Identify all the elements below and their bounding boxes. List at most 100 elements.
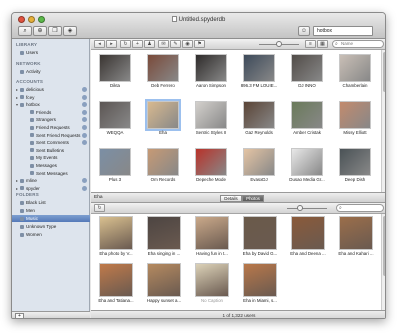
tag-button[interactable]: ◈ <box>63 26 77 36</box>
photo-thumbnail[interactable] <box>291 216 325 250</box>
sync-icon[interactable] <box>82 102 87 108</box>
photo-size-slider[interactable] <box>287 208 327 209</box>
user-avatar[interactable] <box>195 54 227 82</box>
photo-tile[interactable]: Eha and Tatiana... <box>93 263 139 307</box>
sidebar-item-fcey[interactable]: ▸ fcey <box>12 94 90 101</box>
tab-photos[interactable]: Photos <box>242 195 264 202</box>
tab-details[interactable]: Details <box>220 195 242 202</box>
sidebar-item-friend-requests[interactable]: Friend Requests <box>12 124 90 131</box>
photo-tile[interactable]: Happy sunset a... <box>141 263 187 307</box>
sidebar-item-activity[interactable]: Activity <box>12 68 90 75</box>
photo-tile[interactable]: Eha photo by V... <box>93 216 139 260</box>
photo-tile[interactable]: Eha in Miami, s... <box>237 263 283 307</box>
user-tile[interactable]: Om Records <box>141 148 185 184</box>
user-tile[interactable]: Sentric Styles II <box>189 101 233 137</box>
sidebar-item-users[interactable]: Users <box>12 49 90 56</box>
sync-icon[interactable] <box>82 185 87 191</box>
add-user-button[interactable]: ⊕ <box>33 26 47 36</box>
user-tile[interactable]: Amber Cristak <box>285 101 329 137</box>
user-avatar[interactable] <box>291 54 323 82</box>
sidebar-item-sent-comments[interactable]: Sent Comments <box>12 139 90 146</box>
photo-thumbnail[interactable] <box>99 216 133 250</box>
user-tile[interactable]: Depeche Mode <box>189 148 233 184</box>
sidebar-item-delicious[interactable]: ▸ delicious <box>12 86 90 93</box>
sync-icon[interactable] <box>82 94 87 100</box>
user-avatar[interactable] <box>291 148 323 176</box>
photo-grid-scrollbar[interactable] <box>381 214 385 310</box>
photos-refresh-button[interactable]: ↻ <box>94 204 105 212</box>
photo-tile[interactable]: Eha singing in ... <box>141 216 187 260</box>
user-tile[interactable]: Gaz Reynolds <box>237 101 281 137</box>
photo-thumbnail[interactable] <box>339 216 373 250</box>
list-view-button[interactable]: ≡ <box>305 40 316 48</box>
user-tile[interactable]: Deb Ferrero <box>141 54 185 90</box>
photo-thumbnail[interactable] <box>195 263 229 297</box>
user-tile[interactable]: EvasxDJ <box>237 148 281 184</box>
sidebar-item-sent-bulletins[interactable]: Sent Bulletins <box>12 147 90 154</box>
user-avatar[interactable] <box>339 148 371 176</box>
forward-button[interactable]: ▸ <box>106 40 117 48</box>
user-avatar[interactable] <box>147 148 179 176</box>
sidebar-item-music[interactable]: Music <box>12 215 90 222</box>
user-avatar[interactable] <box>243 101 275 129</box>
flag-button[interactable]: ⚑ <box>194 40 205 48</box>
grid-view-button[interactable]: ▦ <box>317 40 328 48</box>
sync-icon[interactable] <box>82 125 87 130</box>
account-field[interactable]: hotbox <box>313 26 373 36</box>
photo-tile[interactable]: No Caption <box>189 263 235 307</box>
user-tile[interactable]: DJ INNO <box>285 54 329 90</box>
sync-icon[interactable] <box>82 117 87 123</box>
refresh-button[interactable]: ↻ <box>120 40 131 48</box>
users-search-field[interactable]: ⌕ Name <box>332 40 384 48</box>
photo-thumbnail[interactable] <box>147 263 181 297</box>
back-button[interactable]: ◂ <box>94 40 105 48</box>
sync-icon[interactable] <box>82 109 87 115</box>
user-avatar[interactable] <box>243 148 275 176</box>
user-tile[interactable]: Eha <box>141 99 185 137</box>
add-folder-button[interactable]: + <box>15 313 24 318</box>
sidebar-item-mline[interactable]: ▸ mline <box>12 177 90 184</box>
user-grid-scroll-knob[interactable] <box>383 52 385 92</box>
user-grid-scrollbar[interactable] <box>381 50 385 192</box>
comment-button[interactable]: ✎ <box>170 40 181 48</box>
photo-tile[interactable]: Eha and Deena ... <box>285 216 331 260</box>
photo-thumbnail[interactable] <box>243 263 277 297</box>
user-tile[interactable]: Plus 3 <box>93 148 137 184</box>
sidebar-item-unknown-type[interactable]: Unknown Type <box>12 223 90 230</box>
photo-grid-scroll-knob[interactable] <box>383 216 385 276</box>
sidebar-item-sent-friend-requests[interactable]: Sent Friend Requests <box>12 132 90 139</box>
user-avatar[interactable] <box>145 99 181 131</box>
photo-thumbnail[interactable] <box>147 216 181 250</box>
user-tile[interactable]: Deep Dish <box>333 148 377 184</box>
photo-tile[interactable]: Eha by David G... <box>237 216 283 260</box>
photo-thumbnail[interactable] <box>99 263 133 297</box>
photo-size-slider-knob[interactable] <box>297 205 303 211</box>
photo-thumbnail[interactable] <box>243 216 277 250</box>
user-tile[interactable]: Aaron Simpson <box>189 54 233 90</box>
user-tile[interactable]: WEQQA <box>93 101 137 137</box>
sync-icon[interactable] <box>82 87 87 92</box>
sidebar-item-hotbox[interactable]: ▾ hotbox <box>12 101 90 108</box>
user-avatar[interactable] <box>99 101 131 129</box>
user-avatar[interactable] <box>195 101 227 129</box>
sidebar-item-friends[interactable]: Friends <box>12 109 90 116</box>
group-button[interactable]: ♟ <box>144 40 155 48</box>
camera-button[interactable]: ◉ <box>182 40 193 48</box>
sync-icon[interactable] <box>82 140 87 146</box>
search-button[interactable]: ⌕ <box>18 26 32 36</box>
photos-search-field[interactable]: ⌕ <box>336 204 384 212</box>
photo-tile[interactable]: Eha and Kahari ... <box>333 216 379 260</box>
sidebar-item-sent-messages[interactable]: Sent Messages <box>12 170 90 177</box>
user-tile[interactable]: Dusao Media Gr... <box>285 148 329 184</box>
user-tile[interactable]: Chamberlain <box>333 54 377 90</box>
user-avatar[interactable] <box>291 101 323 129</box>
sidebar-item-messages[interactable]: Messages <box>12 162 90 169</box>
sidebar-item-my-events[interactable]: My Events <box>12 154 90 161</box>
user-tile[interactable]: Missy Elliott <box>333 101 377 137</box>
sync-icon[interactable] <box>82 178 87 184</box>
user-avatar[interactable] <box>147 54 179 82</box>
account-select-button[interactable]: ☺ <box>298 26 310 36</box>
user-avatar[interactable] <box>99 54 131 82</box>
user-avatar[interactable] <box>339 101 371 129</box>
user-avatar[interactable] <box>243 54 275 82</box>
